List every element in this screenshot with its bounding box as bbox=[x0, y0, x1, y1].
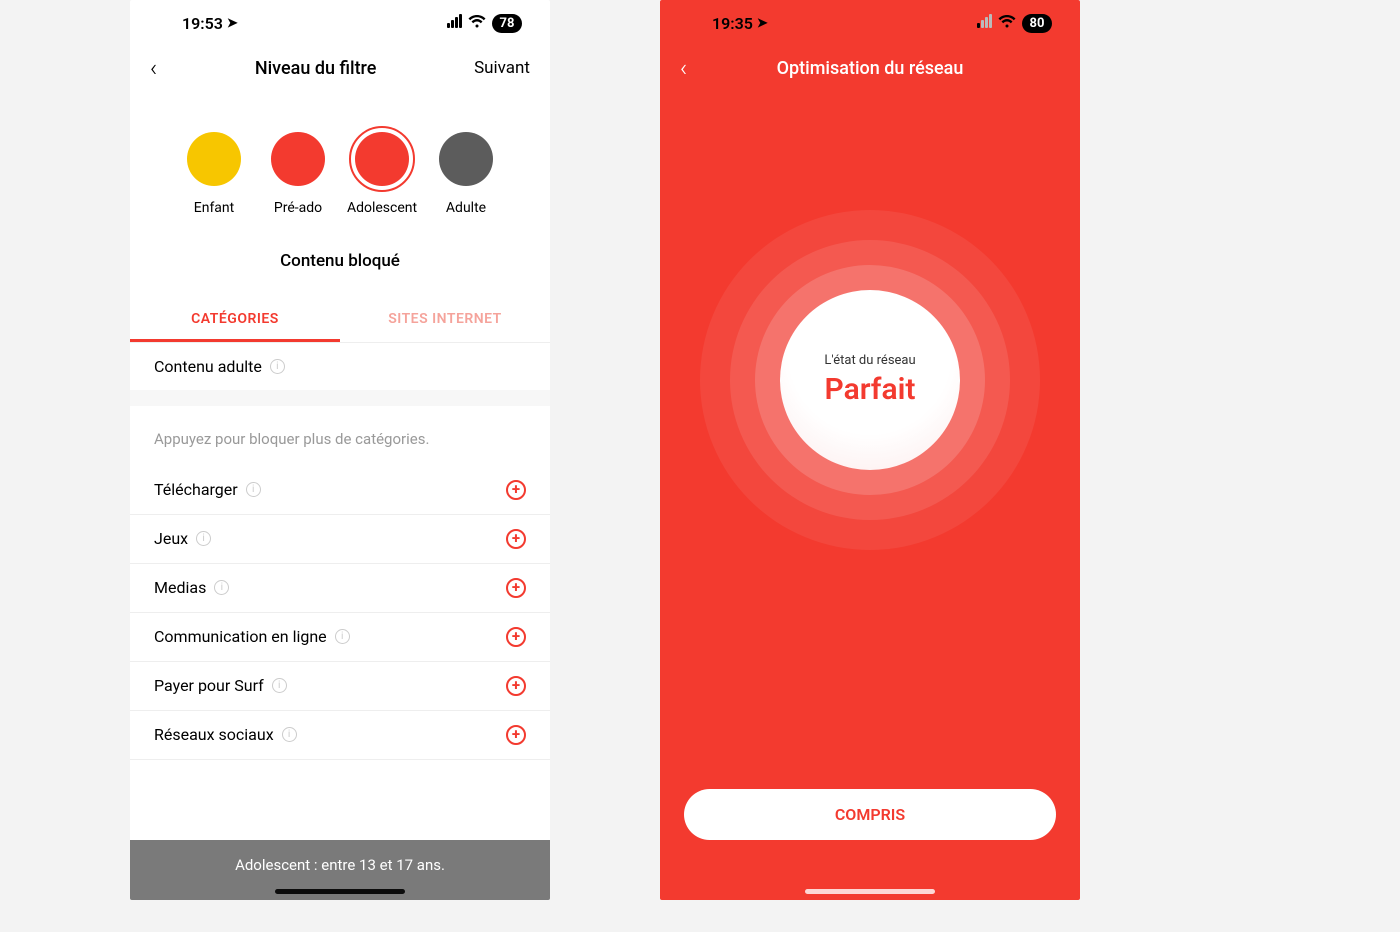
back-icon[interactable]: ‹ bbox=[150, 54, 157, 82]
tab-categories[interactable]: CATÉGORIES bbox=[130, 299, 340, 342]
page-title: Niveau du filtre bbox=[255, 58, 377, 79]
level-label: Enfant bbox=[194, 200, 234, 217]
toast-text: Adolescent : entre 13 et 17 ans. bbox=[235, 856, 445, 874]
add-icon[interactable]: + bbox=[506, 529, 526, 549]
list-item-label: Réseaux sociaux bbox=[154, 725, 274, 744]
filter-level-adolescent[interactable]: Adolescent bbox=[347, 132, 417, 217]
list-item[interactable]: Jeuxi + bbox=[130, 515, 550, 564]
status-value: Parfait bbox=[825, 372, 916, 407]
level-dot-icon bbox=[439, 132, 493, 186]
info-icon[interactable]: i bbox=[335, 629, 350, 644]
list-item[interactable]: Payer pour Surf i + bbox=[130, 662, 550, 711]
phone-filter-level: 19:53 ➤ 78 ‹ Niveau du filtre Suivant En… bbox=[130, 0, 550, 900]
network-status-radar: L'état du réseau Parfait bbox=[660, 200, 1080, 560]
info-icon[interactable]: i bbox=[272, 678, 287, 693]
list-item[interactable]: Télécharger i + bbox=[130, 466, 550, 515]
list-item[interactable]: Contenu adulte i bbox=[130, 343, 550, 390]
battery-icon: 78 bbox=[492, 14, 522, 33]
info-icon[interactable]: i bbox=[214, 580, 229, 595]
back-icon[interactable]: ‹ bbox=[680, 54, 687, 82]
level-dot-icon bbox=[271, 132, 325, 186]
info-icon[interactable]: i bbox=[270, 359, 285, 374]
tab-sites[interactable]: SITES INTERNET bbox=[340, 299, 550, 342]
level-label: Adulte bbox=[446, 200, 486, 217]
status-bar: 19:53 ➤ 78 bbox=[130, 0, 550, 46]
add-icon[interactable]: + bbox=[506, 725, 526, 745]
list-item-label: Jeux bbox=[154, 529, 188, 548]
status-label: L'état du réseau bbox=[824, 353, 915, 368]
phone-network-optim: 19:35 ➤ 80 ‹ Optimisation du réseau L'ét… bbox=[660, 0, 1080, 900]
cellular-icon bbox=[447, 14, 462, 32]
level-dot-icon bbox=[349, 126, 415, 192]
filter-level-prado[interactable]: Pré-ado bbox=[263, 132, 333, 217]
filter-level-adulte[interactable]: Adulte bbox=[431, 132, 501, 217]
network-status-core: L'état du réseau Parfait bbox=[780, 290, 960, 470]
list-item-label: Télécharger bbox=[154, 480, 238, 499]
list-item[interactable]: Communication en ligne i + bbox=[130, 613, 550, 662]
level-dot-icon bbox=[187, 132, 241, 186]
list-item-label: Payer pour Surf bbox=[154, 676, 264, 695]
battery-icon: 80 bbox=[1022, 14, 1052, 33]
wifi-icon bbox=[998, 14, 1016, 32]
blocked-list: Contenu adulte i bbox=[130, 343, 550, 390]
list-item[interactable]: Réseaux sociaux i + bbox=[130, 711, 550, 760]
status-time: 19:35 bbox=[712, 14, 753, 33]
location-icon: ➤ bbox=[757, 16, 768, 31]
add-icon[interactable]: + bbox=[506, 676, 526, 696]
level-label: Adolescent bbox=[347, 200, 417, 217]
list-item-label: Communication en ligne bbox=[154, 627, 327, 646]
divider bbox=[130, 390, 550, 406]
list-item[interactable]: Mediasi + bbox=[130, 564, 550, 613]
home-indicator[interactable] bbox=[805, 889, 935, 894]
info-icon[interactable]: i bbox=[246, 482, 261, 497]
list-item-label: Medias bbox=[154, 578, 206, 597]
status-time: 19:53 bbox=[182, 14, 223, 33]
nav-bar: ‹ Optimisation du réseau bbox=[660, 46, 1080, 90]
filter-level-row: Enfant Pré-ado Adolescent Adulte bbox=[130, 132, 550, 217]
wifi-icon bbox=[468, 14, 486, 32]
add-icon[interactable]: + bbox=[506, 480, 526, 500]
blocked-content-title: Contenu bloqué bbox=[130, 251, 550, 271]
next-button[interactable]: Suivant bbox=[474, 58, 530, 78]
add-icon[interactable]: + bbox=[506, 578, 526, 598]
cellular-icon bbox=[977, 14, 992, 32]
available-list: Téléchargeri+Jeuxi+Mediasi+Communication… bbox=[130, 466, 550, 760]
page-title: Optimisation du réseau bbox=[777, 58, 964, 79]
confirm-button[interactable]: COMPRIS bbox=[684, 789, 1056, 840]
info-icon[interactable]: i bbox=[196, 531, 211, 546]
add-icon[interactable]: + bbox=[506, 627, 526, 647]
location-icon: ➤ bbox=[227, 16, 238, 31]
info-icon[interactable]: i bbox=[282, 727, 297, 742]
level-label: Pré-ado bbox=[274, 200, 322, 217]
nav-bar: ‹ Niveau du filtre Suivant bbox=[130, 46, 550, 90]
list-item-label: Contenu adulte bbox=[154, 357, 262, 376]
filter-level-enfant[interactable]: Enfant bbox=[179, 132, 249, 217]
tabs: CATÉGORIES SITES INTERNET bbox=[130, 299, 550, 343]
home-indicator[interactable] bbox=[275, 889, 405, 894]
status-bar: 19:35 ➤ 80 bbox=[660, 0, 1080, 46]
hint-text: Appuyez pour bloquer plus de catégories. bbox=[130, 406, 550, 466]
